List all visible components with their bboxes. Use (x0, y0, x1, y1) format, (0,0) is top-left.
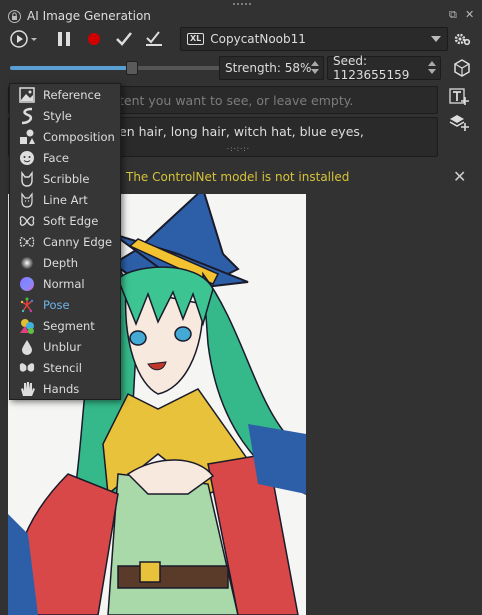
scribble-icon (21, 170, 33, 187)
strength-slider-handle[interactable] (125, 61, 138, 75)
menu-label: Face (43, 150, 70, 165)
pose-icon (20, 297, 34, 312)
pause-icon (58, 32, 70, 46)
strength-slider-fill (10, 66, 132, 70)
seed-stepper[interactable] (428, 61, 436, 74)
menu-label: Segment (43, 318, 95, 333)
soft-edge-icon (19, 215, 35, 226)
seed-spinbox[interactable]: Seed: 1123655159 (327, 54, 441, 82)
depth-icon (21, 256, 33, 269)
seed-value: Seed: 1123655159 (333, 54, 410, 82)
menu-item-hands[interactable]: Hands (10, 378, 120, 399)
panel-title-bar: AI Image Generation (8, 8, 151, 24)
dice-icon (454, 59, 470, 77)
panel-title: AI Image Generation (27, 9, 151, 23)
menu-label: Normal (43, 276, 85, 291)
layers-add-icon (449, 115, 469, 131)
menu-label: Canny Edge (43, 234, 113, 249)
add-control-layer-button[interactable] (449, 112, 469, 132)
add-text-prompt-button[interactable] (449, 87, 469, 107)
negative-prompt-placeholder: tent you want to see, or leave empty. (119, 92, 354, 108)
menu-item-face[interactable]: Face (10, 147, 120, 168)
canny-edge-icon (19, 236, 35, 247)
menu-item-segment[interactable]: Segment (10, 315, 120, 336)
segment-icon (20, 318, 34, 334)
menu-item-stencil[interactable]: Stencil (10, 357, 120, 378)
record-button[interactable] (82, 27, 106, 51)
style-icon (21, 107, 33, 124)
menu-label: Hands (43, 381, 80, 396)
play-icon (10, 30, 37, 48)
pause-button[interactable] (52, 27, 76, 51)
menu-item-normal[interactable]: Normal (10, 273, 120, 294)
menu-item-reference[interactable]: Reference (10, 84, 120, 105)
settings-icon (454, 33, 471, 46)
menu-label: Pose (43, 297, 70, 312)
settings-button[interactable] (450, 27, 474, 51)
close-icon[interactable]: ✕ (453, 167, 466, 186)
check-layer-icon (146, 31, 162, 46)
reference-icon (19, 86, 35, 103)
check-icon (116, 32, 132, 46)
record-icon (88, 33, 100, 45)
menu-label: Soft Edge (43, 213, 99, 228)
chevron-down-icon (431, 36, 441, 42)
model-name: CopycatNoob11 (210, 32, 306, 46)
generate-mode-button[interactable] (8, 27, 40, 51)
face-icon (20, 150, 34, 165)
positive-prompt-text: en hair, long hair, witch hat, blue eyes… (119, 124, 364, 139)
apply-to-layer-button[interactable] (142, 27, 166, 51)
menu-label: Scribble (43, 171, 90, 186)
normal-icon (20, 276, 34, 291)
menu-item-composition[interactable]: Composition (10, 126, 120, 147)
strength-stepper[interactable] (311, 61, 319, 74)
menu-label: Line Art (43, 192, 88, 207)
menu-label: Depth (43, 255, 79, 270)
strength-spinbox[interactable]: Strength: 58% (219, 56, 324, 80)
unblur-icon (22, 339, 32, 355)
dock-grip[interactable] (232, 2, 252, 6)
menu-item-scribble[interactable]: Scribble (10, 168, 120, 189)
apply-button[interactable] (112, 27, 136, 51)
menu-item-line-art[interactable]: Line Art (10, 189, 120, 210)
float-icon[interactable]: ⧉ (449, 8, 457, 22)
menu-label: Unblur (43, 339, 82, 354)
menu-label: Reference (43, 87, 101, 102)
generation-toolbar: XL CopycatNoob11 (8, 27, 474, 51)
menu-item-soft-edge[interactable]: Soft Edge (10, 210, 120, 231)
menu-item-depth[interactable]: Depth (10, 252, 120, 273)
line-art-icon (21, 191, 33, 208)
strength-seed-row: Strength: 58% Seed: 1123655159 (8, 54, 474, 82)
text-add-icon (449, 88, 469, 105)
close-panel-icon[interactable]: ✕ (465, 8, 474, 21)
model-select[interactable]: XL CopycatNoob11 (180, 27, 448, 51)
menu-item-unblur[interactable]: Unblur (10, 336, 120, 357)
random-seed-button[interactable] (450, 56, 474, 80)
controlnet-warning: The ControlNet model is not installed (126, 170, 350, 184)
composition-icon (20, 129, 35, 144)
menu-item-canny-edge[interactable]: Canny Edge (10, 231, 120, 252)
menu-item-style[interactable]: Style (10, 105, 120, 126)
stencil-icon (19, 362, 35, 373)
menu-label: Composition (43, 129, 115, 144)
strength-value: Strength: 58% (225, 61, 312, 75)
model-badge: XL (187, 33, 205, 45)
strength-slider[interactable] (10, 61, 220, 75)
prompt-resize-handle[interactable]: ·:·:·:· (227, 145, 250, 153)
control-layer-menu: Reference Style Composition Face Scribbl… (9, 83, 121, 400)
menu-label: Style (43, 108, 72, 123)
menu-item-pose[interactable]: Pose (10, 294, 120, 315)
hands-icon (21, 381, 35, 396)
menu-label: Stencil (43, 360, 82, 375)
lock-icon[interactable] (8, 9, 21, 23)
